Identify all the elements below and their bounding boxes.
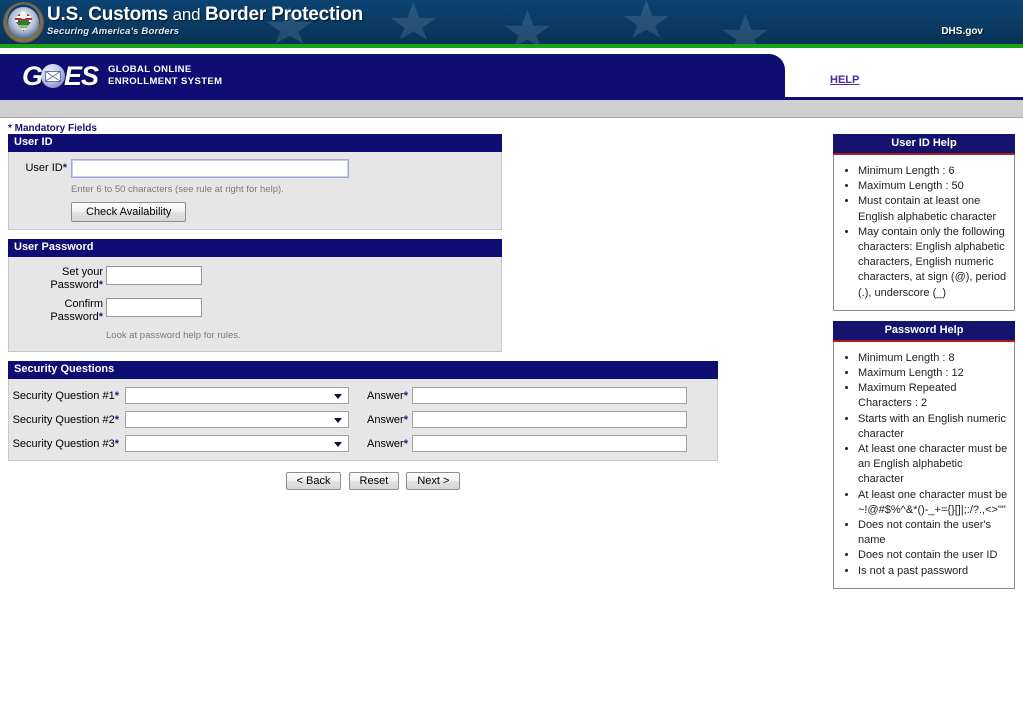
goes-subtitle: GLOBAL ONLINE ENROLLMENT SYSTEM	[108, 64, 222, 88]
password-help-panel: Password Help Minimum Length : 8 Maximum…	[833, 320, 1015, 589]
help-list-item: Maximum Length : 50	[858, 179, 1010, 194]
set-password-label-line1: Set your	[62, 266, 103, 278]
security-question-1-label: Security Question #1	[12, 390, 115, 402]
help-list-item: Is not a past password	[858, 564, 1010, 579]
answer-1-label: Answer	[367, 390, 404, 402]
goes-nav-bar: G ES GLOBAL ONLINE ENROLLMENT SYSTEM HELP	[0, 54, 1023, 97]
confirm-password-required-mark: *	[98, 311, 103, 323]
security-question-3-dropdown[interactable]	[125, 435, 349, 452]
security-question-row: Security Question #1* Answer*	[9, 383, 717, 404]
confirm-password-input[interactable]	[106, 298, 202, 317]
back-button[interactable]: < Back	[285, 472, 342, 490]
help-list-item: Minimum Length : 8	[858, 351, 1010, 366]
security-questions-panel: Security Questions Security Question #1*…	[8, 361, 718, 461]
page-content: * Mandatory Fields User ID User ID* Ente…	[0, 118, 1023, 710]
security-question-1-dropdown[interactable]	[125, 387, 349, 404]
next-button[interactable]: Next >	[406, 472, 461, 490]
security-question-3-required-mark: *	[114, 438, 119, 450]
user-password-panel-heading: User Password	[8, 239, 502, 257]
user-id-hint-row: Enter 6 to 50 characters (see rule at ri…	[9, 178, 501, 199]
help-list-item: At least one character must be ~!@#$%^&*…	[858, 488, 1010, 518]
check-availability-row: Check Availability	[9, 199, 501, 222]
password-hint-row: Look at password help for rules.	[9, 324, 501, 345]
goes-logo-es: ES	[64, 61, 99, 91]
security-question-2-required-mark: *	[114, 414, 119, 426]
security-question-2-label: Security Question #2	[12, 414, 115, 426]
help-list-item: Does not contain the user's name	[858, 518, 1010, 548]
agency-title-part2: Border Protection	[204, 4, 364, 25]
confirm-password-row: Confirm Password*	[9, 292, 501, 324]
security-question-2-value	[126, 412, 130, 424]
agency-title-part1: U.S. Customs	[47, 4, 169, 25]
user-id-hint: Enter 6 to 50 characters (see rule at ri…	[71, 184, 284, 195]
help-list-item: At least one character must be an Englis…	[858, 442, 1010, 488]
help-list-item: Starts with an English numeric character	[858, 412, 1010, 442]
help-list-item: Maximum Repeated Characters : 2	[858, 381, 1010, 411]
security-question-3-value	[126, 436, 130, 448]
user-id-label: User ID	[25, 162, 63, 174]
user-id-help-body: Minimum Length : 6 Maximum Length : 50 M…	[833, 155, 1015, 311]
answer-2-input[interactable]	[412, 411, 687, 428]
goes-logo: G ES	[22, 61, 99, 92]
goes-subtitle-line1: GLOBAL ONLINE	[108, 64, 192, 75]
mandatory-fields-note: * Mandatory Fields	[8, 123, 97, 134]
cbp-banner: U.S. Customs and Border Protection Secur…	[0, 0, 1023, 44]
confirm-password-label-line2: Password	[50, 311, 99, 323]
help-list-item: Does not contain the user ID	[858, 548, 1010, 563]
security-questions-panel-heading: Security Questions	[8, 361, 718, 379]
dhs-gov-link[interactable]: DHS.gov	[941, 26, 983, 37]
security-question-1-value	[126, 388, 130, 400]
security-question-1-required-mark: *	[114, 390, 119, 402]
user-password-panel: User Password Set your Password* Confirm…	[8, 239, 502, 352]
help-list-item: Maximum Length : 12	[858, 366, 1010, 381]
help-column: User ID Help Minimum Length : 6 Maximum …	[833, 134, 1015, 599]
banner-title-block: U.S. Customs and Border Protection Secur…	[47, 4, 363, 38]
form-column: User ID User ID* Enter 6 to 50 character…	[8, 134, 718, 490]
set-password-required-mark: *	[98, 279, 103, 291]
form-navigation-buttons: < Back Reset Next >	[8, 472, 718, 490]
user-id-help-title: User ID Help	[833, 134, 1015, 155]
answer-3-label: Answer	[367, 438, 404, 450]
answer-1-input[interactable]	[412, 387, 687, 404]
answer-3-required-mark: *	[403, 438, 408, 450]
chevron-down-icon	[334, 394, 342, 399]
user-id-input[interactable]	[71, 159, 349, 178]
user-id-field-row: User ID*	[9, 156, 501, 178]
globe-envelope-icon	[41, 64, 66, 88]
user-id-required-mark: *	[62, 162, 67, 174]
goes-subtitle-line2: ENROLLMENT SYSTEM	[108, 76, 223, 87]
password-help-body: Minimum Length : 8 Maximum Length : 12 M…	[833, 341, 1015, 589]
help-list-item: Minimum Length : 6	[858, 164, 1010, 179]
answer-2-label: Answer	[367, 414, 404, 426]
cbp-seal-icon	[4, 3, 43, 42]
user-id-panel-heading: User ID	[8, 134, 502, 152]
gray-separator-strip	[0, 100, 1023, 118]
agency-title: U.S. Customs and Border Protection	[47, 4, 363, 25]
user-id-help-panel: User ID Help Minimum Length : 6 Maximum …	[833, 134, 1015, 311]
agency-title-and: and	[168, 5, 205, 24]
chevron-down-icon	[334, 442, 342, 447]
reset-button[interactable]: Reset	[348, 472, 400, 490]
user-id-panel: User ID User ID* Enter 6 to 50 character…	[8, 134, 502, 230]
set-password-row: Set your Password*	[9, 262, 501, 292]
password-help-title: Password Help	[833, 320, 1015, 342]
agency-tagline: Securing America's Borders	[47, 26, 180, 37]
check-availability-button[interactable]: Check Availability	[71, 202, 187, 222]
set-password-input[interactable]	[106, 266, 202, 285]
goes-logo-g: G	[22, 61, 43, 91]
help-list-item: Must contain at least one English alphab…	[858, 194, 1010, 224]
chevron-down-icon	[334, 418, 342, 423]
security-question-3-label: Security Question #3	[12, 438, 115, 450]
security-question-row: Security Question #3* Answer*	[9, 428, 717, 452]
answer-1-required-mark: *	[403, 390, 408, 402]
answer-2-required-mark: *	[403, 414, 408, 426]
answer-3-input[interactable]	[412, 435, 687, 452]
security-question-2-dropdown[interactable]	[125, 411, 349, 428]
password-hint: Look at password help for rules.	[106, 330, 241, 341]
set-password-label-line2: Password	[50, 279, 99, 291]
help-link[interactable]: HELP	[830, 74, 859, 86]
security-question-row: Security Question #2* Answer*	[9, 404, 717, 428]
help-list-item: May contain only the following character…	[858, 225, 1010, 301]
confirm-password-label-line1: Confirm	[64, 298, 103, 310]
